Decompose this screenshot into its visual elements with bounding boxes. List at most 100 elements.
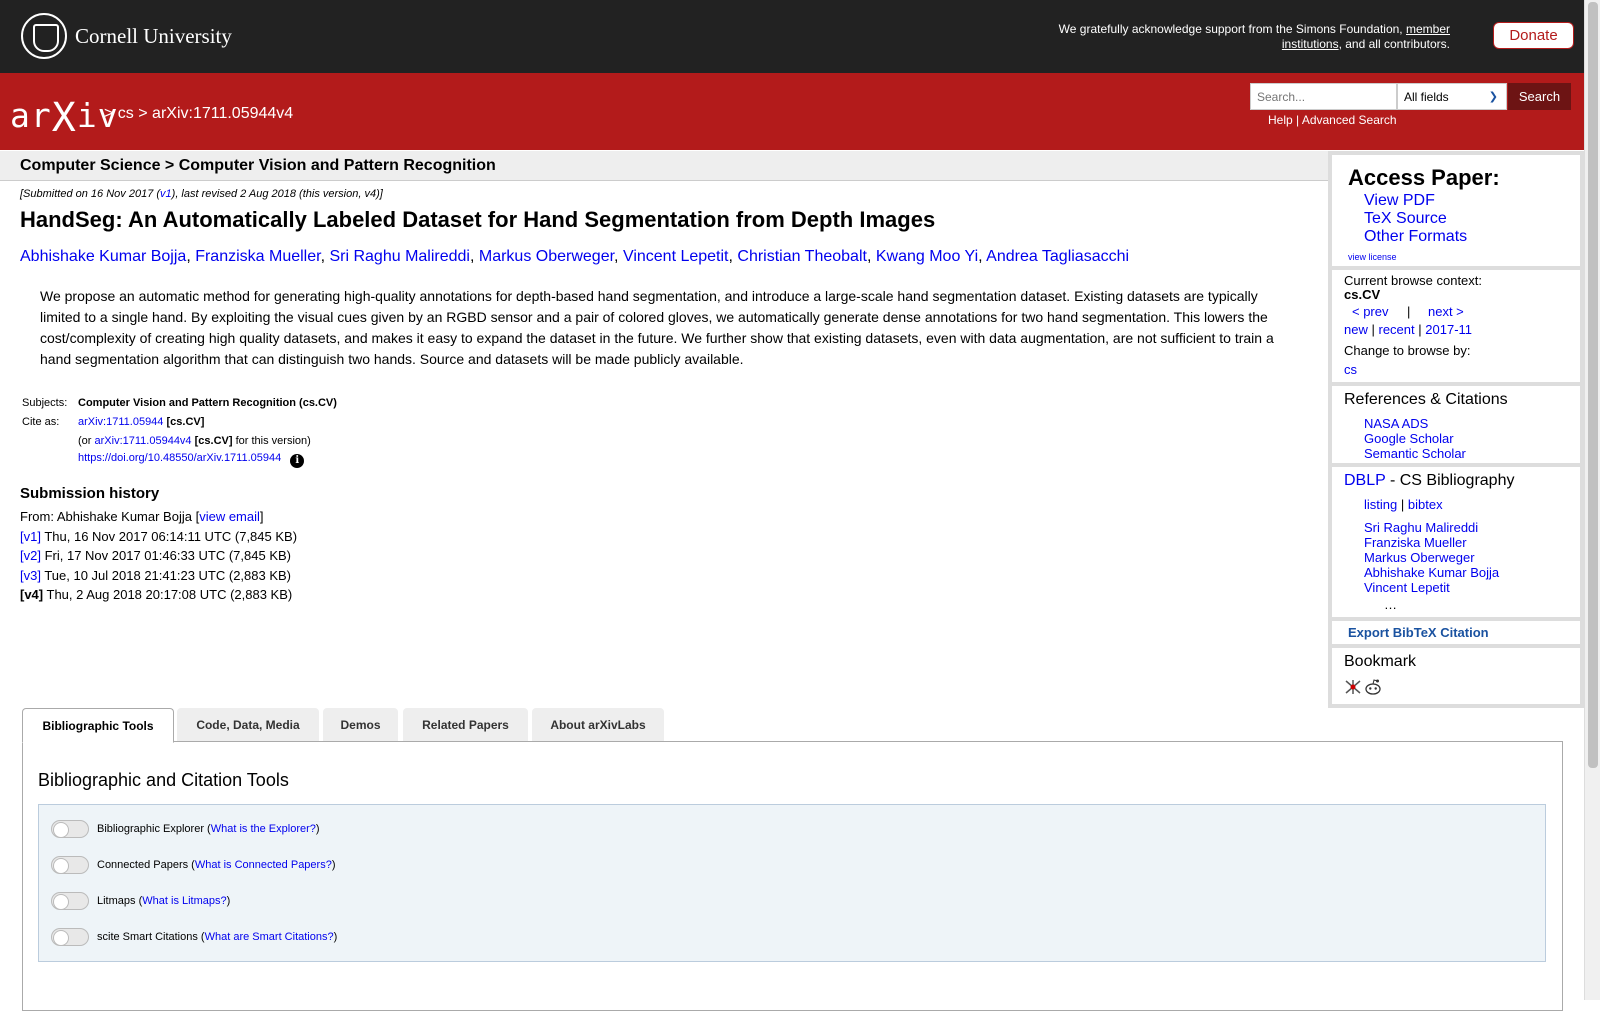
cornell-seal-icon [21, 13, 67, 59]
bibliographic-tools-panel: Bibliographic and Citation Tools Bibliog… [22, 741, 1563, 1011]
cite-id-link[interactable]: arXiv:1711.05944 [78, 416, 163, 428]
history-version: [v1] Thu, 16 Nov 2017 06:14:11 UTC (7,84… [20, 528, 298, 544]
dblp-author-link[interactable]: Sri Raghu Malireddi [1364, 520, 1478, 535]
cite-version-row: (or arXiv:1711.05944v4 [cs.CV] for this … [78, 434, 311, 447]
donate-button[interactable]: Donate [1493, 22, 1574, 49]
recent-link[interactable]: recent [1379, 322, 1415, 337]
author-link[interactable]: Kwang Moo Yi [876, 248, 978, 265]
connected-papers-toggle[interactable] [51, 856, 89, 874]
access-paper-title: Access Paper: [1348, 165, 1500, 190]
search-field-select[interactable]: All fields ❯ [1397, 83, 1507, 110]
tool-scite: scite Smart Citations (What are Smart Ci… [51, 927, 337, 947]
connected-papers-help-link[interactable]: What is Connected Papers? [195, 859, 332, 871]
bibliographic-explorer-toggle[interactable] [51, 820, 89, 838]
search-button[interactable]: Search [1508, 83, 1571, 110]
export-bibtex-button[interactable]: Export BibTeX Citation [1348, 625, 1489, 640]
browse-context-value: cs.CV [1344, 287, 1381, 302]
bookmark-box: Bookmark [1332, 648, 1580, 704]
abstract: We propose an automatic method for gener… [40, 288, 1274, 367]
help-link[interactable]: Help [1268, 113, 1293, 127]
dblp-title: DBLP - CS Bibliography [1344, 472, 1515, 489]
author-link[interactable]: Abhishake Kumar Bojja [20, 248, 186, 265]
arxiv-logo[interactable]: arXiv [10, 91, 119, 141]
dblp-link[interactable]: DBLP [1344, 472, 1386, 489]
history-version: [v2] Fri, 17 Nov 2017 01:46:33 UTC (7,84… [20, 548, 291, 563]
doi-link[interactable]: https://doi.org/10.48550/arXiv.1711.0594… [78, 452, 281, 464]
other-formats-link[interactable]: Other Formats [1364, 228, 1467, 246]
month-link[interactable]: 2017-11 [1425, 322, 1472, 337]
references-title: References & Citations [1344, 391, 1508, 408]
chevron-down-icon: ❯ [1488, 91, 1498, 103]
dblp-author-link[interactable]: Markus Oberweger [1364, 550, 1475, 565]
tools-title: Bibliographic and Citation Tools [38, 770, 289, 790]
new-link[interactable]: new [1344, 322, 1368, 337]
author-link[interactable]: Sri Raghu Malireddi [329, 248, 470, 265]
explorer-help-link[interactable]: What is the Explorer? [211, 823, 316, 835]
tab-code-data-media[interactable]: Code, Data, Media [177, 708, 319, 742]
version-link[interactable]: [v2] [20, 548, 41, 563]
view-pdf-link[interactable]: View PDF [1364, 192, 1435, 210]
dblp-more: … [1384, 597, 1397, 612]
browse-context-box: Current browse context: cs.CV < prev | n… [1332, 270, 1580, 382]
breadcrumb: > cs > arXiv:1711.05944v4 [104, 105, 294, 122]
version-link[interactable]: [v1] [20, 529, 41, 544]
paper-title: HandSeg: An Automatically Labeled Datase… [20, 207, 936, 232]
page-scrollbar[interactable] [1584, 0, 1600, 1000]
cite-row: Cite as: arXiv:1711.05944 [cs.CV] [22, 415, 205, 428]
google-scholar-link[interactable]: Google Scholar [1364, 431, 1454, 446]
scite-toggle[interactable] [51, 928, 89, 946]
tab-bibliographic-tools[interactable]: Bibliographic Tools [22, 708, 174, 743]
tab-about-arxivlabs[interactable]: About arXivLabs [532, 708, 664, 742]
v1-link[interactable]: v1 [160, 188, 172, 200]
dblp-listing-link[interactable]: listing [1364, 497, 1397, 512]
dblp-box: DBLP - CS Bibliography listing | bibtex … [1332, 467, 1580, 617]
view-email-link[interactable]: view email [199, 509, 260, 524]
author-link[interactable]: Andrea Tagliasacchi [986, 248, 1129, 265]
category-header: Computer Science > Computer Vision and P… [0, 151, 1328, 181]
next-link[interactable]: next > [1428, 304, 1464, 319]
litmaps-toggle[interactable] [51, 892, 89, 910]
submission-history-title: Submission history [20, 485, 160, 502]
browse-links: new | recent | 2017-11 [1344, 322, 1473, 337]
search-input[interactable] [1250, 83, 1397, 110]
author-link[interactable]: Franziska Mueller [195, 248, 320, 265]
submission-dateline: [Submitted on 16 Nov 2017 (v1), last rev… [20, 188, 383, 200]
tool-litmaps: Litmaps (What is Litmaps?) [51, 891, 230, 911]
breadcrumb-cs[interactable]: cs [118, 105, 134, 122]
tool-connected-papers: Connected Papers (What is Connected Pape… [51, 855, 336, 875]
advanced-search-link[interactable]: Advanced Search [1302, 113, 1397, 127]
dblp-author-link[interactable]: Vincent Lepetit [1364, 580, 1450, 595]
scite-help-link[interactable]: What are Smart Citations? [205, 931, 334, 943]
view-license-link[interactable]: view license [1348, 252, 1397, 262]
author-list: Abhishake Kumar Bojja, Franziska Mueller… [20, 248, 1130, 265]
litmaps-help-link[interactable]: What is Litmaps? [142, 895, 226, 907]
sidebar: Access Paper: View PDF TeX Source Other … [1328, 151, 1584, 708]
bibsonomy-icon[interactable] [1344, 678, 1362, 696]
version-link[interactable]: [v3] [20, 568, 41, 583]
tab-related-papers[interactable]: Related Papers [403, 708, 528, 742]
author-link[interactable]: Christian Theobalt [737, 248, 867, 265]
author-link[interactable]: Markus Oberweger [479, 248, 614, 265]
tex-source-link[interactable]: TeX Source [1364, 210, 1447, 228]
scrollbar-thumb[interactable] [1588, 2, 1598, 768]
author-link[interactable]: Vincent Lepetit [623, 248, 729, 265]
info-icon[interactable]: i [290, 453, 305, 468]
dblp-bibtex-link[interactable]: bibtex [1408, 497, 1443, 512]
metadata-table: Subjects: Computer Vision and Pattern Re… [20, 393, 337, 469]
dblp-author-link[interactable]: Abhishake Kumar Bojja [1364, 565, 1499, 580]
reddit-icon[interactable] [1364, 678, 1382, 696]
cite-version-link[interactable]: arXiv:1711.05944v4 [95, 435, 192, 447]
help-links: Help | Advanced Search [1268, 113, 1397, 127]
prev-link[interactable]: < prev [1352, 304, 1389, 319]
tool-bibliographic-explorer: Bibliographic Explorer (What is the Expl… [51, 819, 320, 839]
dblp-author-link[interactable]: Franziska Mueller [1364, 535, 1467, 550]
tab-demos[interactable]: Demos [323, 708, 398, 742]
semantic-scholar-link[interactable]: Semantic Scholar [1364, 446, 1466, 461]
references-box: References & Citations NASA ADS Google S… [1332, 386, 1580, 463]
current-version: [v4] [20, 587, 44, 602]
browse-cs-link[interactable]: cs [1344, 362, 1357, 377]
history-version: [v3] Tue, 10 Jul 2018 21:41:23 UTC (2,88… [20, 567, 292, 583]
cornell-name: Cornell University [75, 23, 232, 48]
nasa-ads-link[interactable]: NASA ADS [1364, 416, 1428, 431]
cornell-logo[interactable]: Cornell University [21, 13, 232, 59]
